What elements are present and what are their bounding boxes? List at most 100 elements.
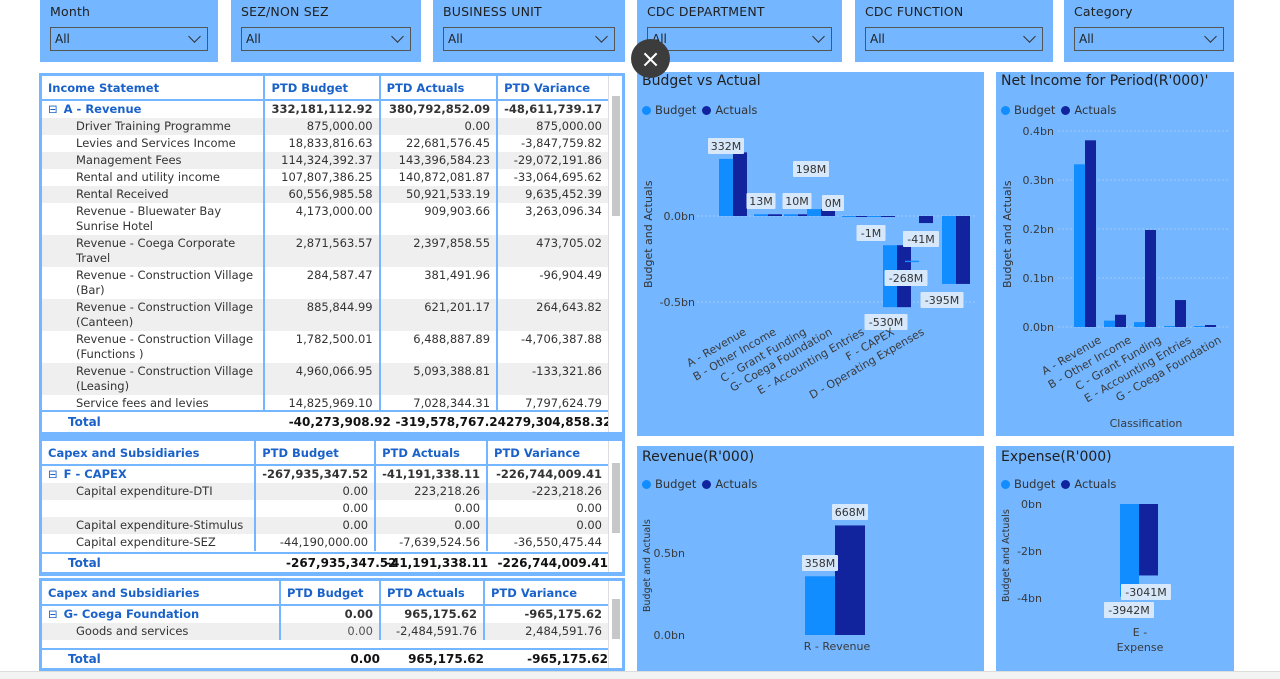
coega-visual: Capex and Subsidiaries PTD Budget PTD Ac… — [39, 578, 625, 671]
row-actuals: 223,218.26 — [374, 483, 488, 500]
row-actuals: 909,903.66 — [378, 203, 498, 235]
group-row[interactable]: ⊟ A - Revenue 332,181,112.92 380,792,852.… — [42, 100, 608, 118]
column-header-variance[interactable]: PTD Variance — [496, 76, 608, 101]
close-icon[interactable]: × — [631, 39, 670, 78]
data-label: 332M — [711, 140, 742, 153]
total-actuals: 965,175.62 — [408, 652, 484, 666]
row-budget: 1,782,500.01 — [263, 331, 380, 363]
scroll-thumb[interactable] — [612, 463, 620, 533]
collapse-icon[interactable]: ⊟ — [48, 467, 58, 481]
column-header-variance[interactable]: PTD Variance — [483, 581, 608, 606]
table-row[interactable]: 0.00 0.00 0.00 — [42, 500, 608, 517]
column-header-label[interactable]: Capex and Subsidiaries — [42, 581, 280, 606]
column-header-actuals[interactable]: PTD Actuals — [374, 441, 488, 466]
group-label: ⊟ A - Revenue — [42, 100, 264, 118]
slicer-value: All — [1079, 32, 1094, 46]
table-row[interactable]: Management Fees 114,324,392.37 143,396,584… — [42, 152, 608, 169]
column-header-label[interactable]: Capex and Subsidiaries — [42, 441, 256, 466]
slicer-dropdown-month[interactable]: All — [50, 27, 208, 51]
bar-budget — [1104, 320, 1115, 327]
scroll-thumb[interactable] — [612, 599, 620, 639]
column-header-actuals[interactable]: PTD Actuals — [378, 76, 498, 101]
income-matrix: Income Statemet PTD Budget PTD Actuals P… — [42, 76, 608, 412]
header-row: Capex and Subsidiaries PTD Budget PTD Ac… — [42, 441, 608, 466]
coega-matrix: Capex and Subsidiaries PTD Budget PTD Ac… — [42, 581, 608, 640]
total-row: Total -267,935,347.52 -41,191,338.11 -22… — [42, 552, 608, 572]
group-budget: -267,935,347.52 — [254, 465, 376, 483]
table-row[interactable]: Capital expenditure-SEZ -44,190,000.00 -7,… — [42, 534, 608, 551]
table-row[interactable]: Levies and Services Income 18,833,816.63 2… — [42, 135, 608, 152]
bar-budget — [1194, 326, 1205, 327]
row-variance: 264,643.82 — [496, 299, 608, 331]
capex-matrix: Capex and Subsidiaries PTD Budget PTD Ac… — [42, 441, 608, 551]
slicer-value: All — [246, 32, 261, 46]
row-budget: 284,587.47 — [263, 267, 380, 299]
group-variance: -48,611,739.17 — [496, 100, 608, 118]
y-tick-label: 0.3bn — [1023, 174, 1054, 187]
total-variance: -965,175.62 — [527, 652, 608, 666]
table-row[interactable]: Capital expenditure-DTI 0.00 223,218.26 -22… — [42, 483, 608, 500]
row-variance: -223,218.26 — [486, 483, 608, 500]
total-budget: -40,273,908.92 — [288, 415, 391, 429]
column-header-budget[interactable]: PTD Budget — [263, 76, 380, 101]
row-label: Rental Received — [42, 186, 265, 203]
collapse-icon[interactable]: ⊟ — [48, 607, 58, 621]
capex-visual: Capex and Subsidiaries PTD Budget PTD Ac… — [39, 438, 625, 576]
net-income-chart: 0.4bn0.3bn0.2bn0.1bn0.0bnA - RevenueB - … — [1023, 125, 1228, 430]
scroll-thumb[interactable] — [612, 96, 620, 216]
row-variance: 875,000.00 — [496, 118, 608, 135]
slicer-dropdown-business-unit[interactable]: All — [443, 27, 615, 51]
row-budget: 0.00 — [254, 517, 376, 534]
row-label: Capital expenditure-Stimulus — [42, 517, 256, 534]
collapse-icon[interactable]: ⊟ — [48, 102, 58, 116]
table-row[interactable]: Revenue - Construction Village (Function… — [42, 331, 608, 363]
slicer-dropdown-cdc-department[interactable]: All — [647, 27, 832, 51]
column-header-budget[interactable]: PTD Budget — [254, 441, 376, 466]
row-variance: -33,064,695.62 — [496, 169, 608, 186]
bar-actuals — [956, 216, 970, 284]
chevron-down-icon — [1023, 30, 1036, 43]
header-row: Income Statemet PTD Budget PTD Actuals P… — [42, 76, 608, 101]
bar-budget — [807, 209, 821, 216]
row-budget: 4,960,066.95 — [263, 363, 380, 395]
table-row[interactable]: Goods and services 0.00 -2,484,591.76 2,484… — [42, 623, 608, 640]
column-header-label[interactable]: Income Statemet — [42, 76, 265, 101]
slicer-dropdown-category[interactable]: All — [1074, 27, 1224, 51]
table-row[interactable]: Rental and utility income 107,807,386.25 1… — [42, 169, 608, 186]
table-row[interactable]: Revenue - Coega Corporate Travel 2,871,56… — [42, 235, 608, 267]
table-row[interactable]: Revenue - Construction Village (Canteen)… — [42, 299, 608, 331]
vertical-scrollbar[interactable] — [608, 581, 622, 668]
table-row[interactable]: Revenue - Construction Village (Bar) 284,… — [42, 267, 608, 299]
vertical-scrollbar[interactable] — [608, 441, 622, 572]
column-header-budget[interactable]: PTD Budget — [279, 581, 380, 606]
total-variance: 279,304,858.32 — [506, 415, 612, 429]
table-row[interactable]: Revenue - Construction Village (Leasing)… — [42, 363, 608, 395]
slicer-dropdown-cdc-function[interactable]: All — [865, 27, 1043, 51]
row-label: Revenue - Coega Corporate Travel — [42, 235, 265, 267]
row-budget: 0.00 — [254, 483, 376, 500]
column-header-actuals[interactable]: PTD Actuals — [379, 581, 484, 606]
group-row[interactable]: ⊟ G- Coega Foundation 0.00 965,175.62 -96… — [42, 605, 608, 623]
slicer-label: Month — [50, 4, 91, 19]
data-label: 10M — [785, 195, 809, 208]
chevron-down-icon — [1204, 30, 1217, 43]
table-row[interactable]: Capital expenditure-Stimulus 0.00 0.00 0.00 — [42, 517, 608, 534]
row-label: Capital expenditure-DTI — [42, 483, 256, 500]
bar-actuals — [1085, 140, 1096, 327]
vertical-scrollbar[interactable] — [608, 76, 622, 432]
table-row[interactable]: Driver Training Programme 875,000.00 0.00 8… — [42, 118, 608, 135]
data-label: 13M — [749, 195, 773, 208]
row-actuals: 621,201.17 — [378, 299, 498, 331]
table-row[interactable]: Revenue - Bluewater Bay Sunrise Hotel 4,1… — [42, 203, 608, 235]
chevron-down-icon — [188, 30, 201, 43]
column-header-variance[interactable]: PTD Variance — [486, 441, 608, 466]
row-label: Driver Training Programme — [42, 118, 265, 135]
row-actuals: 0.00 — [374, 517, 488, 534]
bottom-bar — [0, 671, 1280, 679]
group-row[interactable]: ⊟ F - CAPEX -267,935,347.52 -41,191,338.1… — [42, 465, 608, 483]
row-variance: 0.00 — [486, 517, 608, 534]
slicer-dropdown-sez[interactable]: All — [241, 27, 411, 51]
total-row: Total -40,273,908.92 -319,578,767.24 279… — [42, 410, 612, 432]
row-budget: 4,173,000.00 — [263, 203, 380, 235]
table-row[interactable]: Rental Received 60,556,985.58 50,921,533.1… — [42, 186, 608, 203]
